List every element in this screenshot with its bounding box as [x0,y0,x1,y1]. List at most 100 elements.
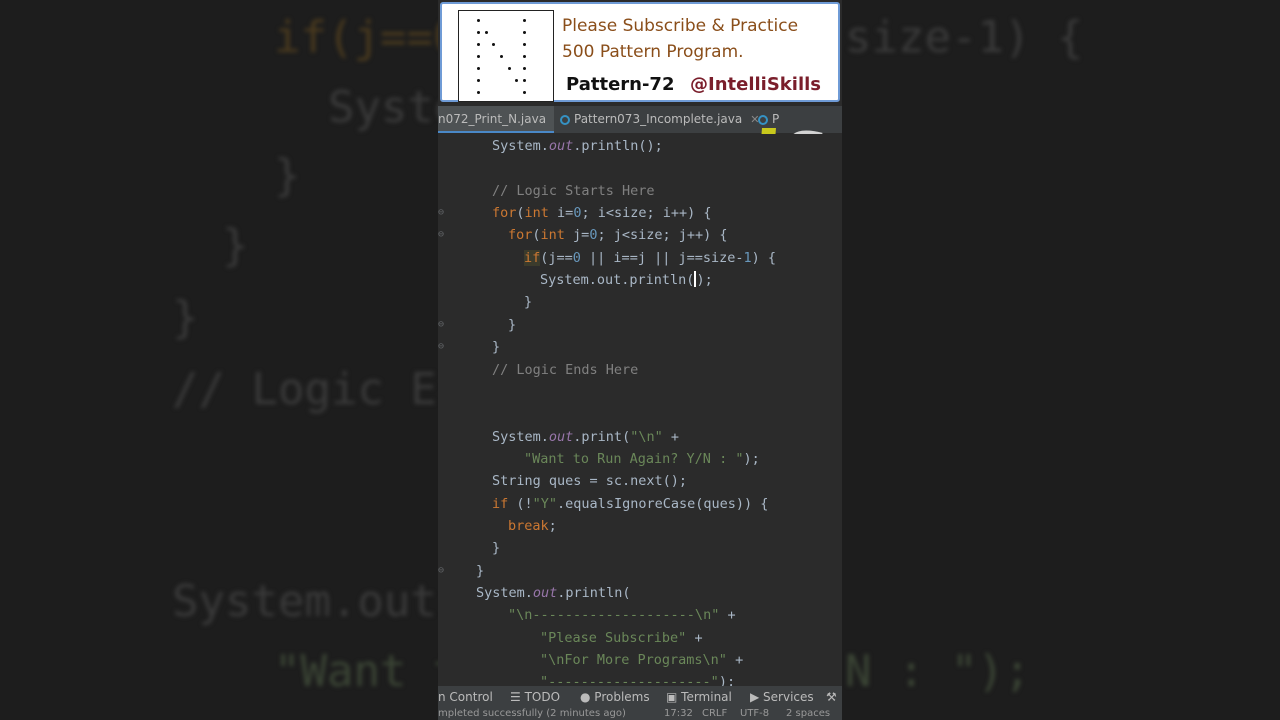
code-line[interactable]: "Want to Run Again? Y/N : "); [438,448,842,470]
bg-code-line: System.out [172,576,437,627]
code-text: "\n--------------------\n" + [508,607,736,624]
fold-icon[interactable]: ⊖ [438,314,446,336]
fold-icon[interactable]: ⊖ [438,224,446,246]
code-line[interactable] [438,381,842,403]
bg-code-line: } [222,220,249,271]
terminal-icon: ▣ [666,690,682,704]
code-line[interactable]: String ques = sc.next(); [438,470,842,492]
pattern-dot [523,19,526,22]
code-text: System.out.print("\n" + [492,428,679,445]
code-text: if (!"Y".equalsIgnoreCase(ques)) { [492,495,769,512]
code-text: } [492,339,501,356]
code-text: } [476,562,485,579]
code-line[interactable]: // Logic Ends Here [438,359,842,381]
fold-icon[interactable]: ⊖ [438,560,446,582]
services-icon: ▶ [750,690,764,704]
code-editor[interactable]: System.out.println(); // Logic Starts Her… [438,134,842,690]
todo-label: TODO [524,690,561,704]
pattern-dot [492,43,496,46]
bg-code-line: N : "); [845,646,1031,697]
line-separator[interactable]: CRLF [702,708,727,720]
code-line[interactable] [438,157,842,179]
bg-code-line: if(j==0 [274,12,460,63]
pattern-dot [523,43,526,46]
text-cursor [694,271,697,288]
code-line[interactable]: "\n--------------------\n" + [438,604,842,626]
services-button[interactable]: ▶ Services [750,686,814,708]
video-frame: Please Subscribe & Practice 500 Pattern … [438,0,842,720]
pattern-dot [507,67,511,70]
code-line[interactable]: // Logic Starts Here [438,180,842,202]
code-text: "\nFor More Programs\n" + [540,652,744,669]
code-line[interactable]: System.out.println( [438,582,842,604]
code-text: if(j==0 || i==j || j==size-1) { [524,249,777,266]
code-text: for(int i=0; i<size; i++) { [492,205,712,222]
code-line[interactable]: System.out.print("\n" + [438,426,842,448]
build-icon[interactable]: ⚒ [826,686,837,708]
file-encoding[interactable]: UTF-8 [740,708,769,720]
pattern-dot [477,79,480,82]
code-text: } [524,294,533,311]
code-line[interactable]: } ⊖ [438,560,842,582]
code-text: } [508,316,517,333]
bg-code-line: } [274,150,301,201]
banner-line-1: Please Subscribe & Practice [562,16,799,36]
code-text: "Please Subscribe" + [540,629,703,646]
code-text: String ques = sc.next(); [492,473,688,490]
code-text: // Logic Ends Here [492,361,639,378]
code-line[interactable]: System.out.println(); [438,135,842,157]
code-text: for(int j=0; j<size; j++) { [508,227,728,244]
code-line[interactable]: break; [438,515,842,537]
code-text: break; [508,517,557,534]
tool-window-bar: n Control ☰ TODO ● Problems ▣ Terminal ▶… [438,686,842,708]
pattern-label: Pattern-72 [566,74,675,95]
code-line[interactable]: for(int j=0; j<size; j++) { ⊖ [438,224,842,246]
code-text: System.out.println(); [492,138,663,154]
cursor-position[interactable]: 17:32 [664,708,693,720]
tab-label: Pattern073_Incomplete.java [574,112,743,126]
terminal-button[interactable]: ▣ Terminal [666,686,732,708]
code-text: } [492,540,501,557]
todo-button[interactable]: ☰ TODO [510,686,560,708]
code-text: // Logic Starts Here [492,182,655,199]
channel-handle: @IntelliSkills [690,74,821,95]
pattern-dot [523,31,526,34]
pattern-dot [484,31,488,34]
fold-icon[interactable]: ⊖ [438,202,446,224]
code-line[interactable]: for(int i=0; i<size; i++) { ⊖ [438,202,842,224]
pattern-dot [477,19,480,22]
bg-code-line: } [172,292,199,343]
pattern-dot [515,79,519,82]
version-control-button[interactable]: n Control [438,686,493,708]
code-line[interactable] [438,403,842,425]
code-text: System.out.println( [476,585,631,601]
info-icon: ● [580,690,595,704]
pattern-dot [523,91,526,94]
fold-icon[interactable]: ⊖ [438,336,446,358]
pattern-dot [477,91,480,94]
code-line[interactable]: } ⊖ [438,314,842,336]
n-pattern-preview [458,10,554,102]
java-file-icon [560,115,570,125]
pattern-dot [523,55,526,58]
pattern-dot [477,67,480,70]
problems-button[interactable]: ● Problems [580,686,650,708]
code-text: System.out.println(); [540,271,713,289]
tab-print-n[interactable]: n072_Print_N.java [438,106,554,133]
code-text: "Want to Run Again? Y/N : "); [524,450,760,467]
bg-code-line: size-1) { [845,12,1084,63]
code-line[interactable]: } [438,291,842,313]
indent-setting[interactable]: 2 spaces [786,708,830,720]
pattern-dot [500,55,503,58]
code-line[interactable]: if (!"Y".equalsIgnoreCase(ques)) { [438,493,842,515]
tab-pattern073[interactable]: Pattern073_Incomplete.java ✕ [560,106,760,133]
code-line[interactable]: "Please Subscribe" + [438,627,842,649]
code-line[interactable]: } [438,537,842,559]
code-line[interactable]: System.out.println(); [438,269,842,291]
code-line[interactable]: "\nFor More Programs\n" + [438,649,842,671]
list-icon: ☰ [510,690,525,704]
code-line[interactable]: if(j==0 || i==j || j==size-1) { [438,247,842,269]
code-line[interactable]: } ⊖ [438,336,842,358]
pattern-dot [523,79,526,82]
bg-code-line: "Want t [274,646,460,697]
